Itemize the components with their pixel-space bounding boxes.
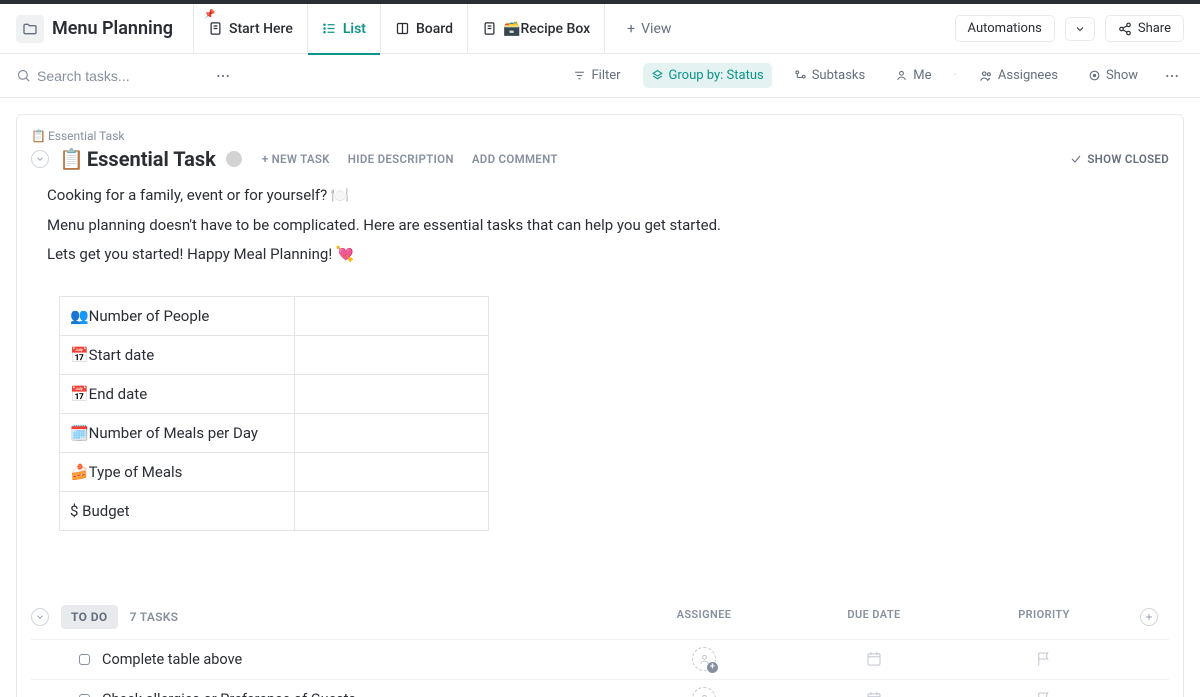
collapse-group-button[interactable] bbox=[31, 608, 49, 626]
due-date-button[interactable] bbox=[865, 690, 883, 697]
info-row: $ Budget bbox=[60, 491, 489, 530]
tab-label: Start Here bbox=[229, 21, 293, 37]
task-row[interactable]: Check allergies or Preference of Guests + bbox=[31, 679, 1169, 697]
add-column-button[interactable] bbox=[1140, 608, 1158, 626]
info-row: 📅End date bbox=[60, 374, 489, 413]
more-options-button[interactable] bbox=[211, 64, 235, 88]
check-icon bbox=[1070, 153, 1082, 165]
group-icon bbox=[651, 69, 664, 82]
info-value[interactable] bbox=[295, 374, 489, 413]
status-checkbox[interactable] bbox=[79, 694, 90, 697]
info-value[interactable] bbox=[295, 413, 489, 452]
plus-icon: + bbox=[627, 21, 635, 37]
person-icon bbox=[895, 69, 908, 82]
people-icon bbox=[979, 69, 993, 83]
new-task-button[interactable]: + NEW TASK bbox=[262, 152, 330, 166]
add-view-label: View bbox=[641, 21, 671, 37]
tab-start-here[interactable]: 📌 Start Here bbox=[194, 4, 308, 54]
filter-button[interactable]: Filter bbox=[565, 63, 628, 88]
assignee-button[interactable]: + bbox=[692, 647, 716, 671]
info-value[interactable] bbox=[295, 491, 489, 530]
add-view-button[interactable]: + View bbox=[613, 21, 685, 37]
priority-button[interactable] bbox=[1035, 650, 1053, 668]
doc-icon bbox=[482, 21, 497, 36]
chevron-down-icon bbox=[35, 612, 45, 622]
tab-recipe-box[interactable]: 🗃️Recipe Box bbox=[468, 4, 605, 54]
info-table: 👥Number of People📅Start date📅End date🗓️N… bbox=[59, 296, 489, 531]
info-value[interactable] bbox=[295, 452, 489, 491]
list-icon bbox=[322, 21, 337, 36]
dots-icon bbox=[215, 68, 231, 84]
chevron-down-icon bbox=[35, 154, 45, 164]
hide-description-button[interactable]: HIDE DESCRIPTION bbox=[348, 152, 454, 166]
column-priority[interactable]: PRIORITY bbox=[959, 608, 1129, 626]
list-description: Cooking for a family, event or for yours… bbox=[47, 183, 1169, 268]
automations-dropdown[interactable] bbox=[1065, 17, 1095, 41]
task-name: Check allergies or Preference of Guests bbox=[102, 691, 356, 697]
info-row: 🍰Type of Meals bbox=[60, 452, 489, 491]
assignee-button[interactable]: + bbox=[692, 687, 716, 697]
tab-board[interactable]: Board bbox=[381, 4, 468, 54]
share-icon bbox=[1118, 22, 1132, 36]
tab-label: Board bbox=[416, 21, 453, 37]
breadcrumb: 📋Essential Task bbox=[31, 129, 1169, 143]
pin-icon: 📌 bbox=[204, 10, 215, 20]
column-due-date[interactable]: DUE DATE bbox=[789, 608, 959, 626]
toolbar-more-button[interactable] bbox=[1160, 64, 1184, 88]
show-icon bbox=[1088, 69, 1101, 82]
board-icon bbox=[395, 21, 410, 36]
folder-icon[interactable] bbox=[16, 15, 44, 43]
show-button[interactable]: Show bbox=[1080, 63, 1146, 88]
tab-label: 🗃️Recipe Box bbox=[503, 21, 590, 37]
info-label: $ Budget bbox=[60, 491, 295, 530]
status-checkbox[interactable] bbox=[79, 654, 90, 665]
add-assignee-plus: + bbox=[707, 662, 718, 673]
automations-button[interactable]: Automations bbox=[955, 15, 1055, 42]
priority-button[interactable] bbox=[1035, 690, 1053, 697]
search-input[interactable] bbox=[37, 68, 197, 84]
task-name: Complete table above bbox=[102, 651, 242, 668]
share-label: Share bbox=[1138, 21, 1171, 36]
due-date-button[interactable] bbox=[865, 650, 883, 668]
info-label: 🍰Type of Meals bbox=[60, 452, 295, 491]
info-label: 👥Number of People bbox=[60, 296, 295, 335]
tab-list[interactable]: List bbox=[308, 4, 381, 54]
group-count: 7 TASKS bbox=[130, 610, 179, 624]
collapse-list-button[interactable] bbox=[31, 150, 49, 168]
group-status-pill[interactable]: TO DO bbox=[61, 605, 118, 629]
search-icon bbox=[16, 68, 31, 83]
plus-icon bbox=[1144, 612, 1154, 622]
info-label: 📅Start date bbox=[60, 335, 295, 374]
info-label: 🗓️Number of Meals per Day bbox=[60, 413, 295, 452]
info-row: 🗓️Number of Meals per Day bbox=[60, 413, 489, 452]
chevron-down-icon bbox=[1074, 23, 1086, 35]
info-row: 👥Number of People bbox=[60, 296, 489, 335]
share-button[interactable]: Share bbox=[1105, 15, 1184, 42]
info-value[interactable] bbox=[295, 296, 489, 335]
subtasks-button[interactable]: Subtasks bbox=[786, 63, 874, 88]
priority-indicator[interactable] bbox=[226, 151, 242, 167]
assignees-button[interactable]: Assignees bbox=[971, 63, 1066, 88]
group-by-button[interactable]: Group by: Status bbox=[643, 63, 772, 88]
info-label: 📅End date bbox=[60, 374, 295, 413]
info-value[interactable] bbox=[295, 335, 489, 374]
subtasks-icon bbox=[794, 69, 807, 82]
list-title: 📋Essential Task bbox=[59, 147, 216, 171]
doc-icon bbox=[208, 21, 223, 36]
filter-icon bbox=[573, 69, 586, 82]
task-row[interactable]: Complete table above + bbox=[31, 639, 1169, 679]
search-box[interactable] bbox=[16, 68, 197, 84]
column-assignee[interactable]: ASSIGNEE bbox=[619, 608, 789, 626]
info-row: 📅Start date bbox=[60, 335, 489, 374]
tab-label: List bbox=[343, 21, 366, 37]
dots-icon bbox=[1164, 68, 1180, 84]
page-title: Menu Planning bbox=[52, 18, 173, 39]
show-closed-button[interactable]: SHOW CLOSED bbox=[1070, 152, 1169, 166]
add-comment-button[interactable]: ADD COMMENT bbox=[472, 152, 558, 166]
me-button[interactable]: Me bbox=[887, 63, 939, 88]
